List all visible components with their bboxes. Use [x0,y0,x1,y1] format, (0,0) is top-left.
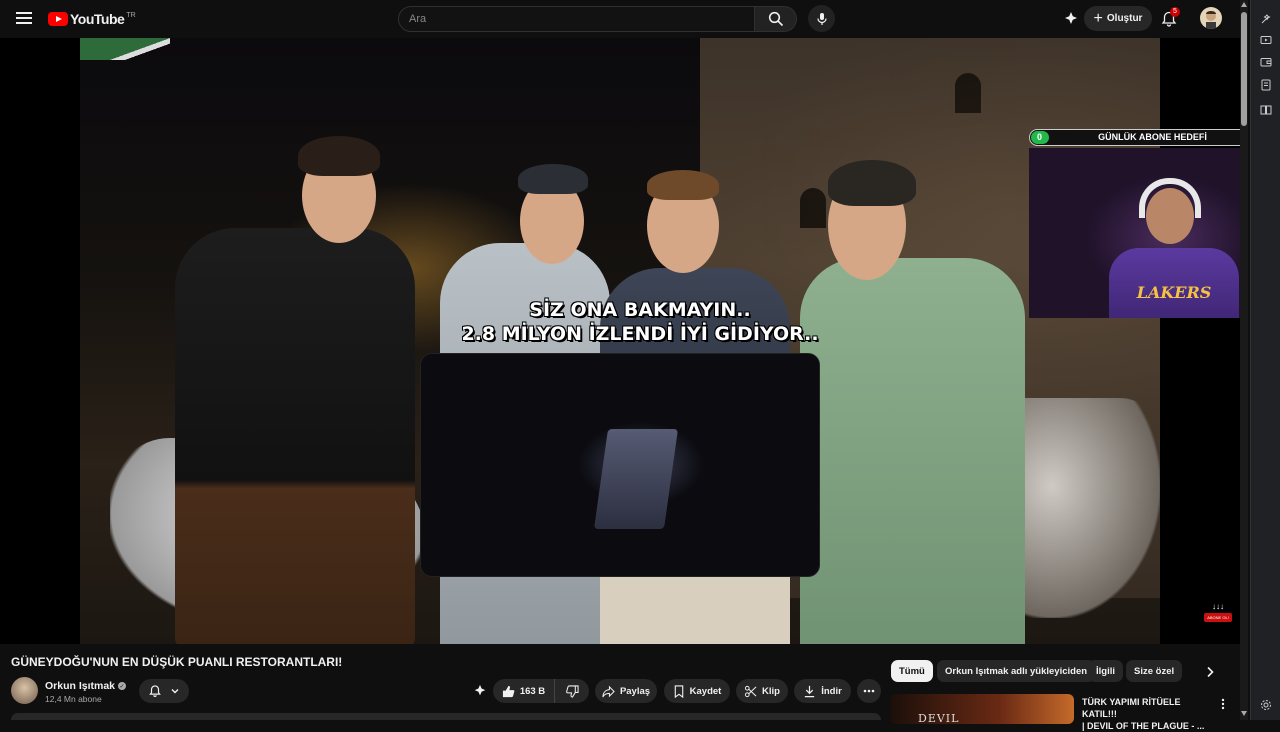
channel-name-link[interactable]: Orkun Işıtmak ✓ [45,680,127,692]
bell-icon [149,685,161,697]
video-frame: SİZ ONA BAKMAYIN.. 2.8 MİLYON İZLENDİ İY… [80,38,1160,644]
browser-side-panel [1250,0,1280,720]
video-title: GÜNEYDOĞU'NUN EN DÜŞÜK PUANLI RESTORANTL… [11,655,343,669]
more-horizontal-icon [863,689,875,693]
ask-ai-sparkle-icon[interactable] [471,682,489,700]
chevron-down-icon [171,689,179,694]
sparkle-extension-icon[interactable] [1258,11,1274,27]
channel-name: Orkun Işıtmak [45,680,116,692]
share-arrow-icon [602,685,615,697]
scroll-down-arrow-icon[interactable] [1241,711,1247,716]
notification-badge: 5 [1170,7,1180,17]
video-extension-icon[interactable] [1258,32,1274,48]
notes-icon[interactable] [1258,77,1274,93]
chip-for-you[interactable]: Size özel [1126,660,1183,682]
voice-search-button[interactable] [808,5,835,32]
reader-icon[interactable] [1258,102,1274,118]
search-button[interactable] [755,6,797,32]
scroll-thumb[interactable] [1241,12,1247,126]
create-label: Oluştur [1106,13,1143,24]
youtube-play-icon [48,12,68,26]
inset-video-clip [420,353,820,577]
account-avatar[interactable] [1200,7,1222,29]
search-icon [768,11,783,27]
like-count: 163 B [519,685,546,697]
notifications-button[interactable]: 5 [1160,7,1182,30]
subscribe-badge: ↓↓↓ ABONE OL! [1204,603,1232,629]
plus-icon: + [1093,9,1103,27]
bookmark-icon [674,684,683,698]
thumbs-down-icon [565,684,579,698]
logo-country-code: TR [126,11,136,19]
hamburger-menu-icon[interactable] [14,9,34,29]
thumbs-up-icon [502,685,515,697]
share-button[interactable]: Paylaş [595,679,657,703]
search-input[interactable] [398,6,755,32]
recommendation-title-line-2: | DEVIL OF THE PLAGUE - ... [1082,721,1205,731]
person-black-jacket [175,228,415,644]
webcam-shirt: LAKERS [1109,248,1239,318]
download-button[interactable]: İndir [794,679,851,703]
download-icon [805,685,815,697]
subscription-bell-button[interactable] [139,679,189,703]
streamer-webcam: LAKERS [1029,148,1248,318]
webcam-shirt-text: LAKERS [1136,283,1212,302]
clip-button[interactable]: Klip [736,679,788,703]
download-label: İndir [821,685,842,697]
goal-title: GÜNLÜK ABONE HEDEFİ [1098,132,1207,142]
dislike-button[interactable] [555,679,589,703]
share-label: Paylaş [619,685,651,697]
recommendation-menu-button[interactable] [1218,697,1228,711]
description-box[interactable] [11,713,881,720]
wallet-icon[interactable] [1258,54,1274,70]
settings-gear-icon[interactable] [1258,697,1274,713]
subscriber-goal-bar: 0 GÜNLÜK ABONE HEDEFİ 6 [1029,129,1248,146]
subscribe-badge-label: ABONE OL! [1204,613,1232,622]
scissors-icon [744,685,757,697]
headset-icon [1139,178,1201,218]
save-button[interactable]: Kaydet [664,679,730,703]
channel-avatar[interactable] [11,677,38,704]
clip-label: Klip [762,685,780,697]
save-label: Kaydet [689,685,722,697]
like-dislike-group: 163 B [493,679,589,703]
create-button[interactable]: + Oluştur [1084,6,1152,31]
overlay-line-2: 2.8 MİLYON İZLENDİ İYİ GİDİYOR.. [461,323,819,345]
video-overlay-caption: SİZ ONA BAKMAYIN.. 2.8 MİLYON İZLENDİ İY… [400,298,880,346]
page-scrollbar[interactable] [1240,0,1248,720]
inset-machine [593,429,679,529]
more-vertical-icon [1221,698,1225,710]
overlay-line-1: SİZ ONA BAKMAYIN.. [529,299,751,321]
scroll-up-arrow-icon[interactable] [1241,2,1247,7]
recommendation-title-line-1: TÜRK YAPIMI RİTÜELE KATIL!!! [1082,697,1181,719]
more-actions-button[interactable] [857,679,881,703]
flag-decoration [80,38,170,60]
chip-from-uploader[interactable]: Orkun Işıtmak adlı yükleyiciden [937,660,1096,682]
microphone-icon [816,12,827,25]
thumbnail-text: DEVIL [918,712,960,724]
youtube-logo[interactable]: YouTube TR [48,10,136,28]
verified-check-icon: ✓ [118,682,127,690]
masthead: YouTube TR + Oluştur 5 [0,0,1248,38]
subscriber-count: 12,4 Mn abone [45,694,102,704]
logo-text: YouTube [70,11,125,27]
chip-related[interactable]: İlgili [1088,660,1123,682]
chips-next-button[interactable] [1200,662,1220,682]
down-arrows-icon: ↓↓↓ [1212,602,1224,611]
recommendation-title[interactable]: TÜRK YAPIMI RİTÜELE KATIL!!! | DEVIL OF … [1082,696,1217,732]
like-button[interactable]: 163 B [493,679,555,703]
video-player[interactable]: SİZ ONA BAKMAYIN.. 2.8 MİLYON İZLENDİ İY… [0,38,1248,644]
chevron-right-icon [1207,666,1214,678]
chip-all[interactable]: Tümü [891,660,933,682]
sparkle-ai-icon[interactable] [1062,10,1080,28]
